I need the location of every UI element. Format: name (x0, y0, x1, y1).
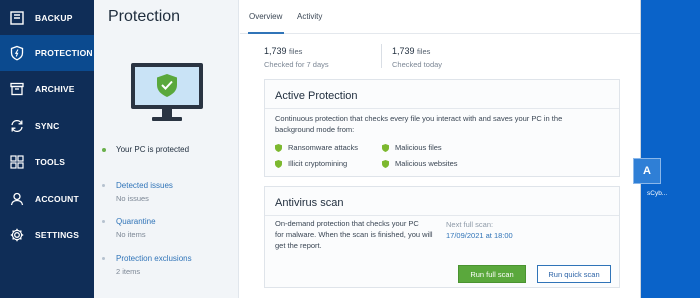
main-content: Overview Activity 1,739 files Checked fo… (240, 0, 640, 298)
stat-today-unit: files (417, 47, 431, 56)
status-ok-dot (102, 147, 106, 152)
stat-today: 1,739 files Checked today (392, 46, 442, 69)
antivirus-title: Antivirus scan (275, 197, 344, 209)
detected-issues-count: No issues (116, 194, 149, 203)
quarantine-count: No items (116, 230, 146, 239)
sync-icon (9, 118, 25, 134)
active-protection-desc-2: background mode from: (275, 125, 355, 134)
feature-ransomware: Ransomware attacks (275, 143, 358, 152)
protection-status: Your PC is protected (102, 145, 189, 154)
next-scan-label: Next full scan: (446, 220, 494, 229)
nav-item-settings[interactable]: SETTINGS (0, 217, 94, 253)
nav-item-sync[interactable]: SYNC (0, 108, 94, 144)
nav-item-archive[interactable]: ARCHIVE (0, 71, 94, 107)
archive-icon (9, 81, 25, 97)
protection-summary-panel: Protection Your PC is protected Detected… (94, 0, 239, 298)
run-full-scan-button[interactable]: Run full scan (458, 265, 526, 283)
shield-check-icon (382, 159, 389, 168)
desktop-background (641, 0, 700, 298)
nav-label-sync: SYNC (35, 121, 60, 131)
nav-item-protection[interactable]: PROTECTION (0, 35, 94, 71)
active-tab-indicator (248, 32, 284, 34)
antivirus-desc-1: On-demand protection that checks your PC (275, 219, 419, 228)
exclusions-section: Protection exclusions 2 items (102, 254, 192, 276)
detected-issues-section: Detected issues No issues (102, 181, 173, 203)
nav-label-tools: TOOLS (35, 157, 66, 167)
desktop-shortcut-icon[interactable]: A (633, 158, 661, 184)
stat-week-value: 1,739 (264, 46, 287, 56)
sidebar-nav: BACKUP PROTECTION ARCHIVE SYNC TOOLS ACC… (0, 0, 94, 298)
nav-item-tools[interactable]: TOOLS (0, 144, 94, 180)
feature-malicious-websites: Malicious websites (382, 159, 458, 168)
backup-icon (9, 10, 25, 26)
detected-issues-link[interactable]: Detected issues (116, 181, 173, 190)
antivirus-scan-card: Antivirus scan On-demand protection that… (264, 186, 620, 288)
nav-item-backup[interactable]: BACKUP (0, 0, 94, 36)
desktop-shortcut-label: sCyb... (647, 190, 668, 197)
shield-icon (9, 45, 25, 61)
tools-grid-icon (9, 154, 25, 170)
nav-label-archive: ARCHIVE (35, 84, 75, 94)
feature-malicious-files: Malicious files (382, 143, 442, 152)
active-protection-card: Active Protection Continuous protection … (264, 79, 620, 177)
nav-item-account[interactable]: ACCOUNT (0, 181, 94, 217)
shield-check-icon (275, 159, 282, 168)
stat-week-caption: Checked for 7 days (264, 60, 329, 69)
nav-label-account: ACCOUNT (35, 194, 79, 204)
gear-icon (9, 227, 25, 243)
antivirus-desc-2: for malware. When the scan is finished, … (275, 230, 433, 239)
stat-week-unit: files (289, 47, 303, 56)
nav-label-settings: SETTINGS (35, 230, 80, 240)
stat-week: 1,739 files Checked for 7 days (264, 46, 329, 69)
stats-divider (381, 44, 382, 68)
nav-label-backup: BACKUP (35, 13, 73, 23)
shield-check-icon (382, 143, 389, 152)
user-icon (9, 191, 25, 207)
stat-today-caption: Checked today (392, 60, 443, 69)
monitor-shield-icon (131, 63, 203, 121)
shield-check-icon (275, 143, 282, 152)
page-title: Protection (108, 8, 181, 25)
quarantine-link[interactable]: Quarantine (116, 217, 156, 226)
active-protection-desc-1: Continuous protection that checks every … (275, 114, 563, 123)
tab-activity[interactable]: Activity (297, 12, 322, 21)
stat-today-value: 1,739 (392, 46, 415, 56)
exclusions-count: 2 items (116, 267, 141, 276)
protection-exclusions-link[interactable]: Protection exclusions (116, 254, 192, 263)
nav-label-protection: PROTECTION (35, 48, 93, 58)
tab-bar: Overview Activity (240, 0, 640, 34)
active-protection-title: Active Protection (275, 90, 358, 102)
status-text: Your PC is protected (116, 145, 190, 154)
run-quick-scan-button[interactable]: Run quick scan (537, 265, 611, 283)
quarantine-section: Quarantine No items (102, 217, 156, 239)
feature-cryptomining: Illicit cryptomining (275, 159, 347, 168)
tab-overview[interactable]: Overview (249, 12, 282, 21)
next-scan-value[interactable]: 17/09/2021 at 18:00 (446, 231, 513, 240)
antivirus-desc-3: get the report. (275, 241, 322, 250)
